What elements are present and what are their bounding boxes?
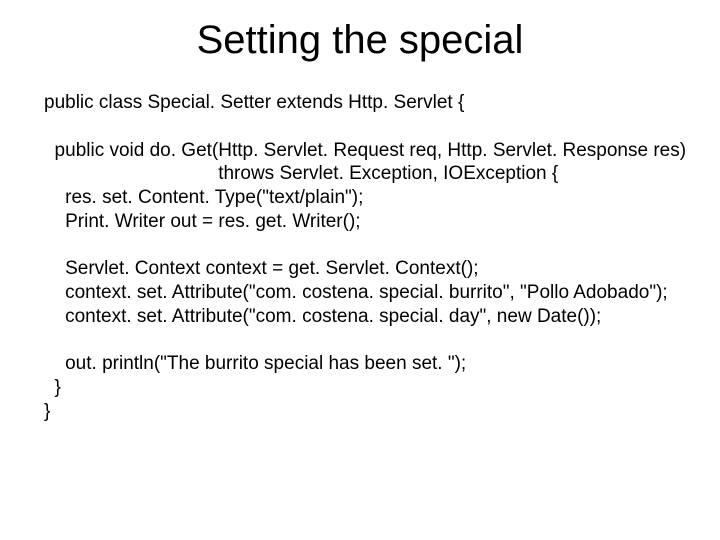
code-line: throws Servlet. Exception, IOException {: [44, 163, 558, 184]
code-line: }: [44, 377, 61, 398]
code-line: out. println("The burrito special has be…: [44, 353, 466, 374]
code-line: public class Special. Setter extends Htt…: [44, 92, 464, 113]
code-line: }: [44, 401, 50, 422]
code-line: public void do. Get(Http. Servlet. Reque…: [44, 140, 686, 161]
code-line: context. set. Attribute("com. costena. s…: [44, 282, 668, 303]
code-line: res. set. Content. Type("text/plain");: [44, 187, 363, 208]
slide-title: Setting the special: [0, 0, 720, 91]
code-block: public class Special. Setter extends Htt…: [0, 91, 720, 424]
code-line: Servlet. Context context = get. Servlet.…: [44, 258, 479, 279]
code-line: Print. Writer out = res. get. Writer();: [44, 211, 361, 232]
slide: Setting the special public class Special…: [0, 0, 720, 540]
code-line: context. set. Attribute("com. costena. s…: [44, 306, 601, 327]
